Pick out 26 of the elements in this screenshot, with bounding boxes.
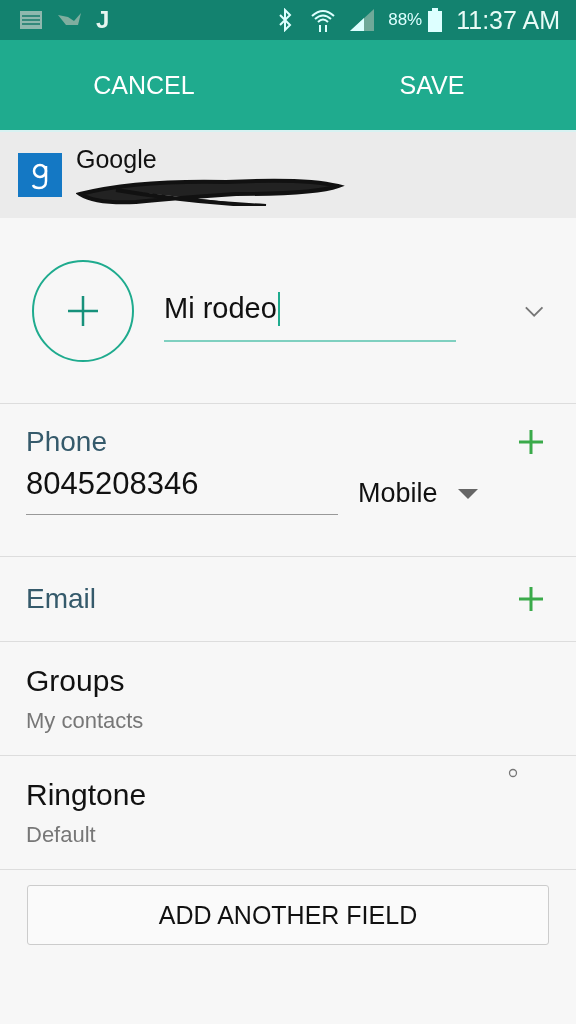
small-circle-icon	[508, 768, 518, 778]
add-icon[interactable]	[518, 586, 544, 612]
account-name: Google	[76, 144, 158, 174]
notification-glyph: J	[96, 6, 110, 34]
section-value: Default	[26, 821, 97, 848]
wifi-icon	[310, 8, 337, 32]
section-label[interactable]: Groups	[26, 663, 550, 698]
dropdown-arrow-icon	[457, 488, 478, 499]
notes-icon	[20, 11, 42, 29]
phone-field[interactable]: 8045208346	[26, 466, 338, 515]
type-dropdown[interactable]: Mobile	[358, 478, 478, 515]
name-field[interactable]: Mi rodeo	[164, 279, 456, 342]
section-label[interactable]: Ringtone	[26, 777, 550, 812]
text-cursor	[277, 291, 280, 326]
google-logo	[18, 153, 62, 197]
clock: 11:37 AM	[456, 5, 560, 35]
section-label: Email	[26, 583, 96, 615]
section-label: Phone	[26, 426, 107, 458]
add-icon[interactable]	[518, 429, 544, 455]
add-another-field-button[interactable]: ADD ANOTHER FIELD	[27, 885, 549, 945]
add-photo-button[interactable]	[32, 259, 134, 362]
battery-icon	[428, 8, 443, 32]
plus-icon	[66, 293, 100, 328]
battery-percent: 88%	[388, 10, 423, 30]
signal-icon	[350, 9, 375, 31]
section-value: My contacts	[26, 707, 145, 734]
